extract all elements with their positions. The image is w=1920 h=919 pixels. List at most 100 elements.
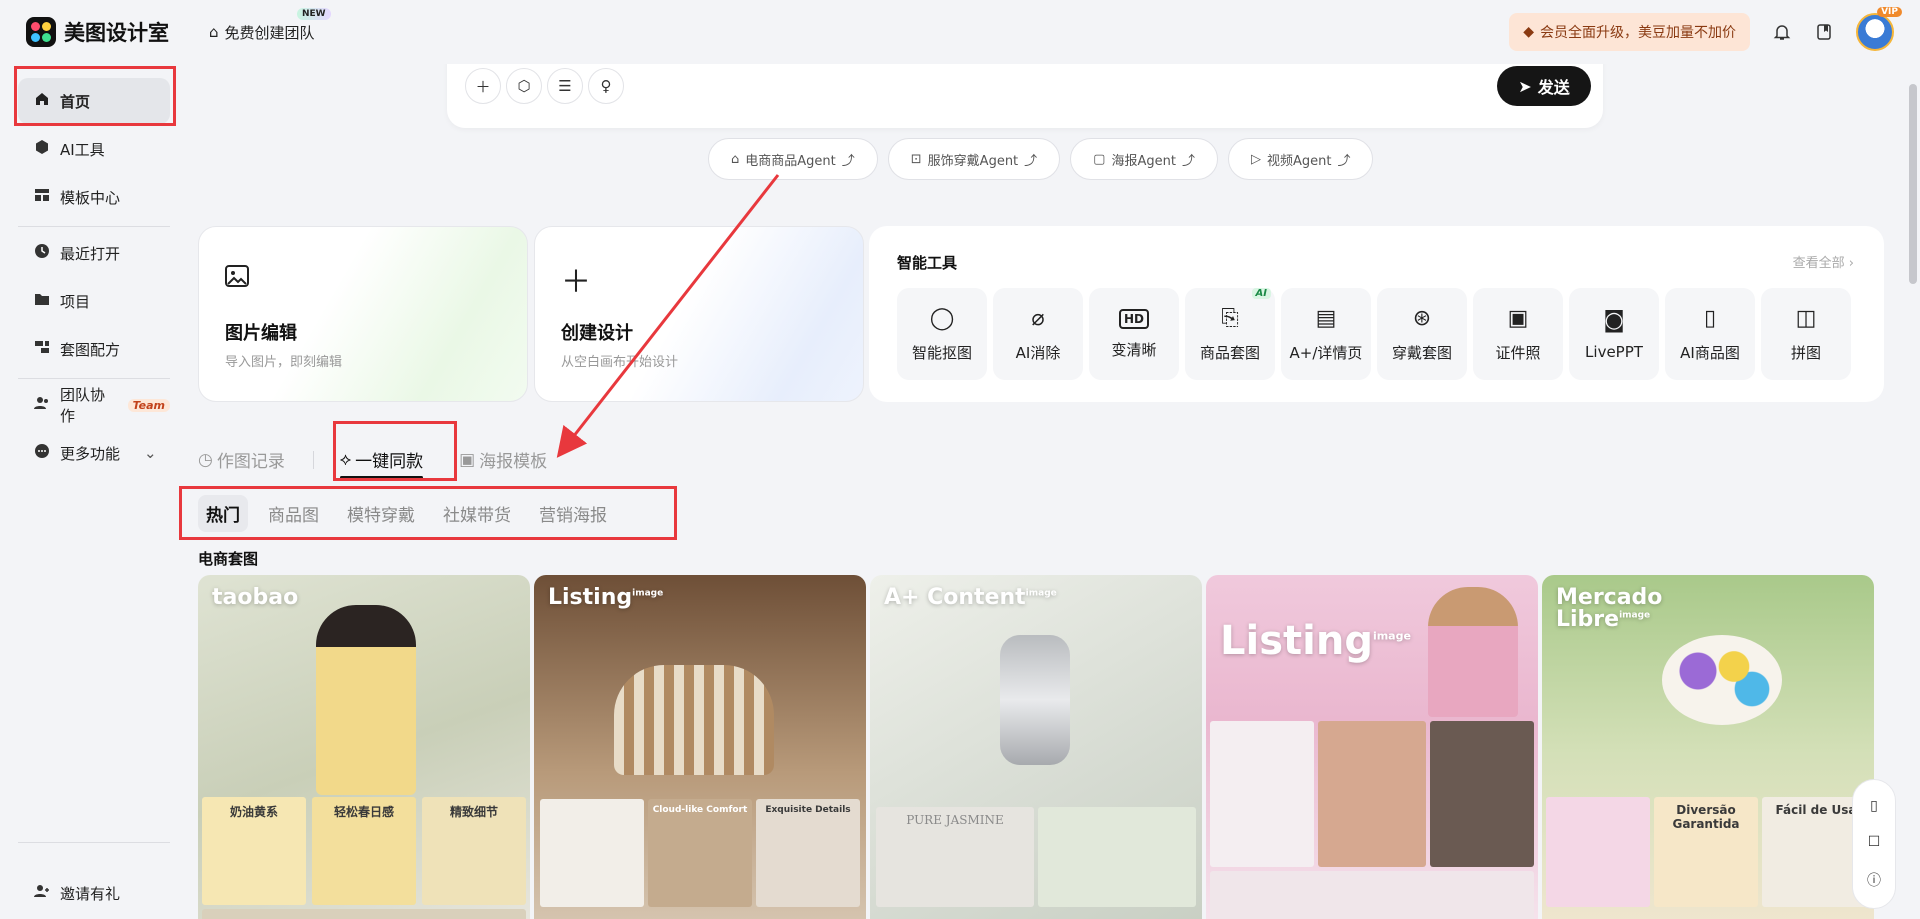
folder-icon — [34, 291, 50, 311]
clock-icon — [34, 243, 50, 263]
tool-label: 拼图 — [1790, 343, 1821, 362]
tab-one-click[interactable]: ⟡ 一键同款 — [339, 447, 424, 479]
agent-video[interactable]: ▷ 视频Agent ⤴ — [1227, 138, 1374, 180]
sidebar-item-label: 模板中心 — [60, 188, 121, 207]
subtab-product[interactable]: 商品图 — [260, 495, 327, 532]
template-tile — [1318, 721, 1426, 867]
invite-button[interactable]: 邀请有礼 — [18, 870, 170, 916]
section-title: 电商套图 — [198, 550, 259, 568]
tool-grid: ◯ 智能抠图 ⌀ AI消除 HD 变清晰 AI ⎘ 商品套图 ▤ A+/详情页 ⊛ 穿戴套图 … — [897, 288, 1851, 380]
subtab-social[interactable]: 社媒带货 — [435, 495, 519, 532]
brand-text: taobao — [212, 585, 299, 610]
template-tile — [1430, 721, 1534, 867]
template-card[interactable]: Listingimage Cloud-like Comfort Exquisit… — [534, 575, 866, 919]
sidebar-item-projects[interactable]: 项目 — [18, 278, 170, 324]
tool-detail-page[interactable]: ▤ A+/详情页 — [1281, 288, 1371, 380]
template-brand: Mercado Libreimage — [1556, 587, 1662, 631]
app-logo[interactable]: 美图设计室 — [26, 17, 169, 47]
scrollbar-thumb[interactable] — [1909, 84, 1917, 284]
subtab-hot[interactable]: 热门 — [198, 495, 248, 532]
help-icon[interactable]: ⓘ — [1867, 870, 1881, 890]
template-tile: Cloud-like Comfort — [648, 799, 752, 907]
tile-label: 奶油黄系 — [229, 805, 278, 819]
tool-collage[interactable]: ◫ 拼图 — [1761, 288, 1851, 380]
hd-icon: HD — [1118, 308, 1149, 329]
agent-label: 海报Agent — [1111, 153, 1176, 169]
arrow-icon: ⤴ — [1024, 153, 1038, 169]
sidebar-item-team[interactable]: 团队协作 Team — [18, 382, 170, 428]
tool-liveppt[interactable]: ◙ LivePPT — [1569, 288, 1659, 380]
sidebar-item-more[interactable]: 更多功能 ⌄ — [18, 430, 170, 476]
sidebar-divider — [18, 226, 170, 227]
app-name: 美图设计室 — [64, 21, 169, 45]
view-all-link[interactable]: 查看全部 › — [1793, 252, 1854, 271]
eraser-icon: ⌀ — [1031, 306, 1045, 331]
upgrade-banner[interactable]: ◆ 会员全面升级，美豆加量不加价 — [1509, 13, 1750, 51]
sidebar-item-recent[interactable]: 最近打开 — [18, 230, 170, 276]
tool-label: A+/详情页 — [1289, 343, 1363, 362]
subtab-model[interactable]: 模特穿戴 — [339, 495, 423, 532]
template-card[interactable]: Listingimage — [1206, 575, 1538, 919]
sidebar-item-ai-tools[interactable]: AI工具 — [18, 126, 170, 172]
create-team-button[interactable]: ⌂ 免费创建团队 NEW — [209, 7, 331, 43]
tool-sharpen[interactable]: HD 变清晰 — [1089, 288, 1179, 380]
tool-id-photo[interactable]: ▣ 证件照 — [1473, 288, 1563, 380]
wear-icon: ⊛ — [1412, 306, 1432, 331]
clock-icon: ◷ — [198, 449, 213, 470]
armchair-image — [614, 665, 774, 775]
arrow-icon: ⤴ — [1337, 153, 1351, 169]
users-icon — [34, 395, 50, 415]
layout-icon[interactable]: ☰ — [547, 68, 583, 104]
image-edit-card[interactable]: 图片编辑 导入图片，即刻编辑 — [198, 226, 528, 402]
card-title: 图片编辑 — [225, 323, 297, 344]
lightbulb-icon[interactable]: ♀ — [588, 68, 624, 104]
image-tag: image — [1372, 629, 1411, 643]
sidebar-item-home[interactable]: 首页 — [18, 78, 170, 124]
brand-text: Listing — [1220, 618, 1373, 664]
tool-product-set[interactable]: AI ⎘ 商品套图 — [1185, 288, 1275, 380]
cube-icon[interactable]: ⬡ — [506, 68, 542, 104]
scrollbar[interactable] — [1908, 84, 1920, 919]
cutout-icon: ◯ — [929, 306, 955, 331]
create-design-card[interactable]: ＋ 创建设计 从空白画布开始设计 — [534, 226, 864, 402]
send-button[interactable]: ➤ 发送 — [1497, 66, 1591, 106]
template-tile — [1038, 807, 1196, 907]
template-card[interactable]: A+ Contentimage PURE JASMINE — [870, 575, 1202, 919]
tool-ai-product[interactable]: ▯ AI商品图 — [1665, 288, 1755, 380]
tool-erase[interactable]: ⌀ AI消除 — [993, 288, 1083, 380]
user-avatar[interactable]: VIP — [1856, 7, 1902, 51]
image-tag: image — [1619, 610, 1651, 621]
template-tile: 轻松春日感 — [312, 797, 416, 905]
tool-label: 穿戴套图 — [1391, 343, 1452, 362]
brand-text: Mercado Libre — [1556, 585, 1663, 632]
template-tile: Diversão Garantida — [1654, 797, 1758, 907]
template-card[interactable]: taobao 奶油黄系 轻松春日感 精致细节 — [198, 575, 530, 919]
template-card[interactable]: Mercado Libreimage Diversão Garantida Fá… — [1542, 575, 1874, 919]
add-button[interactable]: ＋ — [465, 68, 501, 104]
sidebar-item-templates[interactable]: 模板中心 — [18, 174, 170, 220]
subtab-marketing[interactable]: 营销海报 — [531, 495, 615, 532]
tab-poster-templates[interactable]: ▣ 海报模板 — [459, 447, 547, 473]
agent-apparel[interactable]: ⊡ 服饰穿戴Agent ⤴ — [887, 138, 1061, 180]
tool-wear-set[interactable]: ⊛ 穿戴套图 — [1377, 288, 1467, 380]
book-icon[interactable] — [1814, 22, 1834, 42]
perfume-bottle — [1000, 635, 1070, 765]
sidebar-item-recipes[interactable]: 套图配方 — [18, 326, 170, 372]
tool-cutout[interactable]: ◯ 智能抠图 — [897, 288, 987, 380]
brand-text: Listing — [548, 585, 633, 610]
tab-history[interactable]: ◷ 作图记录 — [198, 447, 285, 473]
agent-ecommerce[interactable]: ⌂ 电商商品Agent ⤴ — [708, 138, 878, 180]
template-tile — [1210, 721, 1314, 867]
prompt-box[interactable]: ＋ ⬡ ☰ ♀ ➤ 发送 — [447, 54, 1603, 128]
card-subtitle: 导入图片，即刻编辑 — [225, 355, 343, 370]
create-team-label: 免费创建团队 — [224, 23, 315, 42]
content-tabs: ◷ 作图记录 ⟡ 一键同款 ▣ 海报模板 — [198, 447, 583, 479]
tile-label: Diversão Garantida — [1672, 803, 1740, 831]
agent-poster[interactable]: ▢ 海报Agent ⤴ — [1070, 138, 1218, 180]
new-badge: NEW — [296, 7, 331, 20]
diamond-icon: ◆ — [1523, 24, 1534, 40]
top-bar: 美图设计室 ⌂ 免费创建团队 NEW ◆ 会员全面升级，美豆加量不加价 VIP — [0, 0, 1920, 64]
book-icon[interactable]: ▯ — [1870, 798, 1878, 814]
feedback-icon[interactable]: ☐ — [1868, 834, 1881, 850]
bell-icon[interactable] — [1772, 22, 1792, 42]
